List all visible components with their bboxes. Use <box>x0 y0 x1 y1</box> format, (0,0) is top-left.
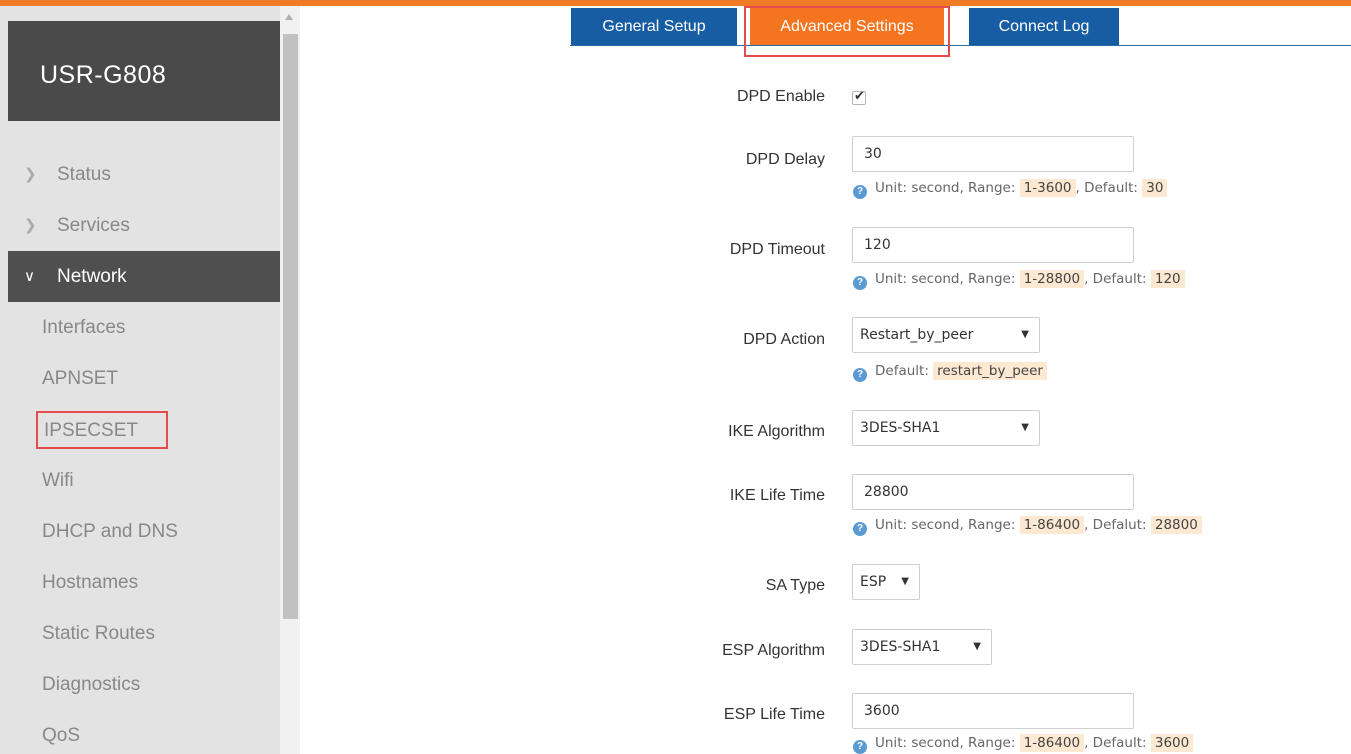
hint-default-label: Default: <box>875 363 929 379</box>
ike-algorithm-label: IKE Algorithm <box>728 423 825 440</box>
sa-type-select[interactable]: ESP ▼ <box>852 564 920 600</box>
hint-unit-text: Unit: second, Range: <box>875 517 1016 533</box>
hint-default-value: 120 <box>1150 270 1185 288</box>
help-icon: ? <box>853 522 867 536</box>
hint-unit-text: Unit: second, Range: <box>875 271 1016 287</box>
advanced-settings-form: DPD Enable ✔ DPD Delay 30 ? Unit: second,… <box>0 0 1351 754</box>
dropdown-caret-icon: ▼ <box>973 641 981 652</box>
dropdown-caret-icon: ▼ <box>901 576 909 587</box>
sa-type-selected-value: ESP <box>860 574 887 590</box>
ike-life-time-hint: ? Unit: second, Range: 1-86400, Defalut: … <box>853 514 1202 536</box>
hint-range-value: 1-86400 <box>1019 734 1085 752</box>
help-icon: ? <box>853 185 867 199</box>
hint-range-value: 1-86400 <box>1019 516 1085 534</box>
checkmark-icon: ✔ <box>854 88 865 103</box>
dpd-delay-input[interactable]: 30 <box>852 136 1134 172</box>
hint-unit-text: Unit: second, Range: <box>875 735 1016 751</box>
esp-life-time-label: ESP Life Time <box>723 706 825 723</box>
esp-life-time-input[interactable]: 3600 <box>852 693 1134 729</box>
help-icon: ? <box>853 368 867 382</box>
hint-default-label: , Defalut: <box>1084 517 1147 533</box>
dpd-delay-hint: ? Unit: second, Range: 1-3600, Default: 3… <box>853 177 1168 199</box>
dpd-enable-checkbox[interactable]: ✔ <box>852 88 866 105</box>
dropdown-caret-icon: ▼ <box>1021 329 1029 340</box>
ike-algorithm-selected-value: 3DES-SHA1 <box>860 420 941 436</box>
ike-algorithm-select[interactable]: 3DES-SHA1 ▼ <box>852 410 1040 446</box>
dpd-action-hint: ? Default: restart_by_peer <box>853 360 1047 382</box>
dpd-timeout-hint: ? Unit: second, Range: 1-28800, Default: … <box>853 268 1185 290</box>
dpd-timeout-label: DPD Timeout <box>729 241 825 258</box>
hint-default-value: 28800 <box>1150 516 1202 534</box>
hint-default-value: 3600 <box>1150 734 1194 752</box>
dpd-timeout-input[interactable]: 120 <box>852 227 1134 263</box>
ike-life-time-input[interactable]: 28800 <box>852 474 1134 510</box>
help-icon: ? <box>853 276 867 290</box>
hint-unit-text: Unit: second, Range: <box>875 180 1016 196</box>
hint-default-label: , Default: <box>1084 271 1147 287</box>
sa-type-label: SA Type <box>765 577 825 594</box>
dropdown-caret-icon: ▼ <box>1021 422 1029 433</box>
esp-algorithm-label: ESP Algorithm <box>722 642 825 659</box>
ike-life-time-label: IKE Life Time <box>729 487 825 504</box>
dpd-action-selected-value: Restart_by_peer <box>860 327 974 343</box>
dpd-action-label: DPD Action <box>743 331 825 348</box>
esp-algorithm-selected-value: 3DES-SHA1 <box>860 639 941 655</box>
esp-life-time-hint: ? Unit: second, Range: 1-86400, Default: … <box>853 732 1194 754</box>
esp-algorithm-select[interactable]: 3DES-SHA1 ▼ <box>852 629 992 665</box>
hint-default-value: restart_by_peer <box>933 362 1047 380</box>
dpd-enable-label: DPD Enable <box>736 88 825 105</box>
hint-range-value: 1-28800 <box>1019 270 1085 288</box>
dpd-delay-label: DPD Delay <box>745 151 825 168</box>
hint-default-label: , Default: <box>1084 735 1147 751</box>
dpd-action-select[interactable]: Restart_by_peer ▼ <box>852 317 1040 353</box>
help-icon: ? <box>853 740 867 754</box>
hint-default-label: , Default: <box>1075 180 1138 196</box>
hint-range-value: 1-3600 <box>1019 179 1076 197</box>
hint-default-value: 30 <box>1142 179 1168 197</box>
